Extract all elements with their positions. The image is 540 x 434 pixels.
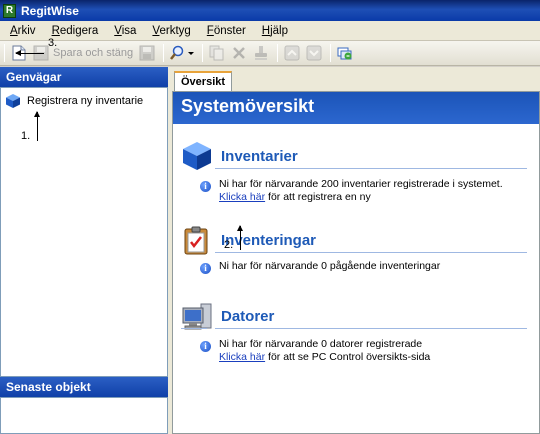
info-text: för att registrera en ny xyxy=(268,191,371,203)
section-inventarier: Inventarier i Ni har för närvarande 200 … xyxy=(173,140,539,232)
toolbar-separator xyxy=(330,44,332,62)
menu-arkiv[interactable]: Arkiv xyxy=(2,25,44,37)
menu-hjalp[interactable]: Hjälp xyxy=(254,25,296,37)
blue-cube-icon xyxy=(6,94,20,108)
menu-fonster[interactable]: Fönster xyxy=(199,25,254,37)
refresh-windows-button[interactable] xyxy=(335,43,355,63)
recent-panel xyxy=(0,397,168,434)
section-datorer: Datorer i Ni har för närvarande 0 datore… xyxy=(173,300,539,392)
info-text: för att se PC Control översikts-sida xyxy=(268,351,431,363)
annotation-2-label: 2. xyxy=(224,239,234,251)
pc-control-link[interactable]: Klicka här xyxy=(219,351,265,363)
info-text: Ni har för närvarande 0 pågående invente… xyxy=(219,260,441,272)
search-button[interactable] xyxy=(168,43,196,63)
copy-icon xyxy=(209,45,224,61)
info-icon: i xyxy=(200,341,211,352)
menu-redigera[interactable]: Redigera xyxy=(44,25,107,37)
sidebar: Genvägar Registrera ny inventarie Senast… xyxy=(0,67,168,434)
save-button[interactable] xyxy=(137,43,157,63)
section-divider xyxy=(215,168,527,169)
toolbar: Spara och stäng xyxy=(0,41,540,66)
info-icon: i xyxy=(200,263,211,274)
section-divider xyxy=(215,328,527,329)
info-text: Ni har för närvarande 200 inventarier re… xyxy=(219,178,503,190)
blue-cube-icon xyxy=(183,142,211,170)
shortcut-label: Registrera ny inventarie xyxy=(27,95,144,107)
section-divider xyxy=(215,252,527,253)
annotation-3-arrow xyxy=(15,50,44,56)
stamp-icon xyxy=(255,46,268,60)
toolbar-separator xyxy=(277,44,279,62)
recent-objects: Senaste objekt xyxy=(0,377,168,434)
toolbar-separator xyxy=(163,44,165,62)
annotation-1-label: 1. xyxy=(21,130,31,142)
copy-button[interactable] xyxy=(207,43,227,63)
section-title: Datorer xyxy=(221,308,275,325)
refresh-windows-icon xyxy=(337,47,352,60)
arrow-down-icon xyxy=(306,45,322,61)
page-title: Systemöversikt xyxy=(173,92,539,124)
info-message: i Ni har för närvarande 200 inventarier … xyxy=(200,178,503,204)
app-logo-icon: R xyxy=(3,3,16,18)
tab-oversikt[interactable]: Översikt xyxy=(174,71,233,91)
info-text: Ni har för närvarande 0 datorer registre… xyxy=(219,338,423,350)
overview-content: Systemöversikt Inventarier i Ni har för … xyxy=(172,91,540,434)
section-divider xyxy=(181,328,207,329)
save-close-button[interactable]: Spara och stäng xyxy=(53,47,133,59)
menu-verktyg[interactable]: Verktyg xyxy=(144,25,198,37)
menu-bar: Arkiv Redigera Visa Verktyg Fönster Hjäl… xyxy=(0,21,540,41)
tab-strip: Översikt xyxy=(172,67,540,91)
delete-icon xyxy=(233,47,246,59)
annotation-2-arrow xyxy=(237,225,243,250)
register-new-link[interactable]: Klicka här xyxy=(219,191,265,203)
move-down-button[interactable] xyxy=(304,43,324,63)
search-icon xyxy=(170,45,195,60)
move-up-button[interactable] xyxy=(282,43,302,63)
section-title: Inventarier xyxy=(221,148,298,165)
clipboard-check-icon xyxy=(184,226,208,255)
annotation-3-label: 3. xyxy=(48,37,58,49)
window-title: RegitWise xyxy=(21,3,79,18)
shortcuts-header: Genvägar xyxy=(0,67,168,87)
info-icon: i xyxy=(200,181,211,192)
section-inventeringar: Inventeringar i Ni har för närvarande 0 … xyxy=(173,224,539,300)
menu-visa[interactable]: Visa xyxy=(106,25,144,37)
info-message: i Ni har för närvarande 0 datorer regist… xyxy=(200,338,430,364)
section-title: Inventeringar xyxy=(221,232,317,249)
save-icon xyxy=(139,45,155,61)
info-message: i Ni har för närvarande 0 pågående inven… xyxy=(200,260,440,274)
annotation-1-arrow xyxy=(34,111,40,141)
title-bar: R RegitWise xyxy=(0,0,540,21)
arrow-up-icon xyxy=(284,45,300,61)
recent-header: Senaste objekt xyxy=(0,377,168,397)
shortcut-register-inventory[interactable]: Registrera ny inventarie xyxy=(1,88,167,114)
toolbar-grip xyxy=(4,44,5,62)
stamp-button[interactable] xyxy=(251,43,271,63)
toolbar-separator xyxy=(202,44,204,62)
delete-button[interactable] xyxy=(229,43,249,63)
